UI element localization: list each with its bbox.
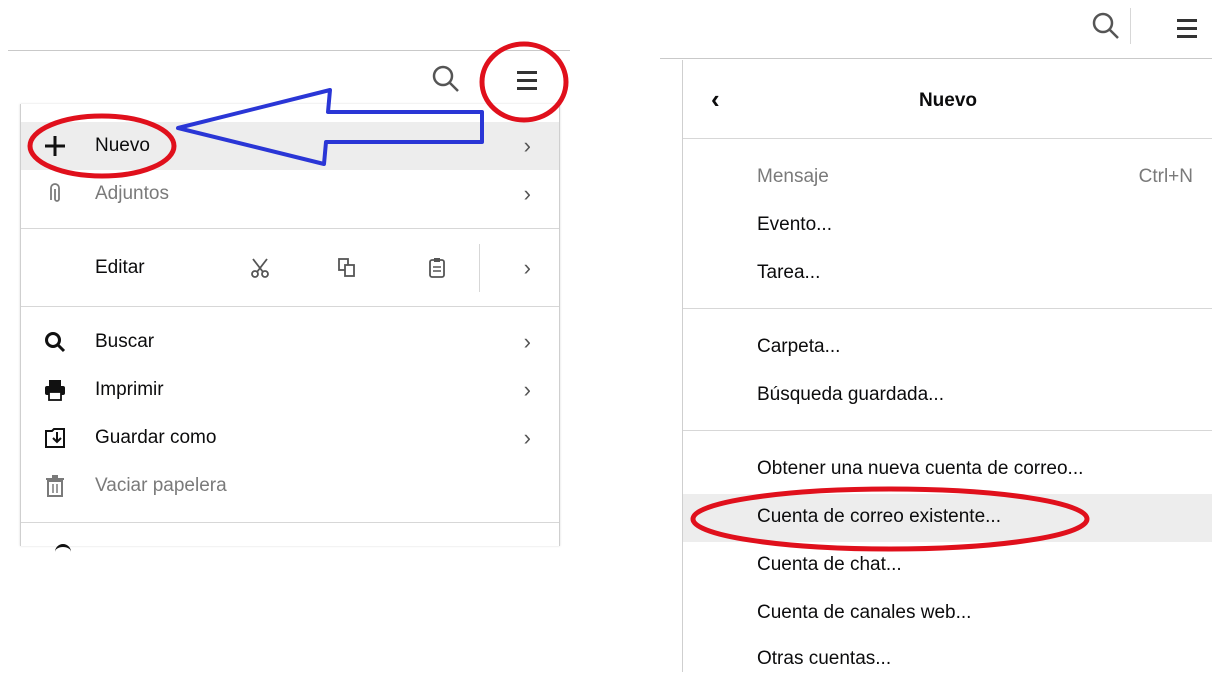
annotation-overlay — [690, 486, 1090, 552]
red-circle-annotation — [27, 113, 177, 179]
annotation-overlay — [27, 41, 569, 179]
red-circle-annotation — [690, 486, 1090, 552]
right-screenshot: ‹ Nuevo Mensaje Ctrl+N Evento... Tarea..… — [660, 0, 1212, 672]
left-screenshot: Nuevo › Adjuntos › Editar › Buscar › Imp… — [0, 0, 570, 560]
blue-arrow-annotation — [176, 88, 484, 166]
red-circle-annotation — [479, 41, 569, 123]
